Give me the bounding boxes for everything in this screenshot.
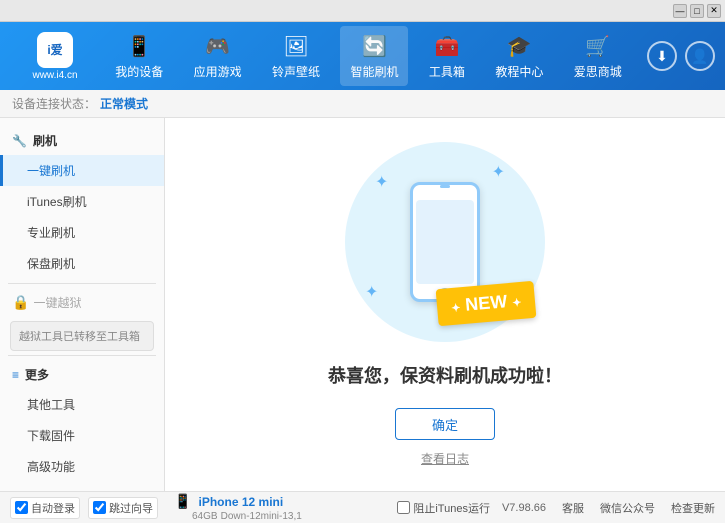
nav-tutorials[interactable]: 🎓 教程中心 [485, 26, 553, 86]
nav-wallpaper[interactable]: 🖼 铃声壁纸 [262, 26, 330, 86]
sidebar-item-pro-flash[interactable]: 专业刷机 [0, 217, 164, 248]
header-right: ⬇ 👤 [647, 41, 715, 71]
wallpaper-icon: 🖼 [282, 32, 310, 60]
phone-circle: ✦ ✦ ✦ ✦ NEW ✦ [345, 142, 545, 342]
auto-connect-input[interactable] [15, 501, 28, 514]
sidebar-item-download-firmware[interactable]: 下载固件 [0, 420, 164, 451]
sidebar-section-more: ≡ 更多 [0, 360, 164, 389]
nav-smart-flash[interactable]: 🔄 智能刷机 [340, 26, 408, 86]
sparkle-2: ✦ [492, 162, 505, 182]
status-label: 设备连接状态： [12, 95, 96, 112]
customer-service-link[interactable]: 客服 [562, 500, 584, 516]
sidebar-section-jailbreak: 🔒 一键越狱 [0, 288, 164, 317]
device-name: iPhone 12 mini [199, 495, 284, 509]
header: i爱 www.i4.cn 📱 我的设备 🎮 应用游戏 🖼 铃声壁纸 🔄 智能刷机… [0, 22, 725, 90]
new-badge: ✦ NEW ✦ [435, 281, 536, 326]
nav-bar: 📱 我的设备 🎮 应用游戏 🖼 铃声壁纸 🔄 智能刷机 🧰 工具箱 🎓 教程中心… [100, 26, 637, 86]
sidebar-item-save-flash[interactable]: 保盘刷机 [0, 248, 164, 279]
bottom-left: 自动登录 跳过向导 📱 iPhone 12 mini 64GB Down-12m… [10, 493, 397, 522]
sidebar: 🔧 刷机 一键刷机 iTunes刷机 专业刷机 保盘刷机 🔒 一键越狱 越狱工具… [0, 118, 165, 491]
auto-connect-checkbox[interactable]: 自动登录 [10, 497, 80, 519]
main-layout: 🔧 刷机 一键刷机 iTunes刷机 专业刷机 保盘刷机 🔒 一键越狱 越狱工具… [0, 118, 725, 491]
device-storage: 64GB [192, 511, 218, 522]
skip-wizard-checkbox[interactable]: 跳过向导 [88, 497, 158, 519]
bottom-right: V7.98.66 客服 微信公众号 检查更新 [502, 500, 715, 516]
device-icon: 📱 [174, 493, 191, 509]
content-area: ✦ ✦ ✦ ✦ NEW ✦ 恭喜您，保资料刷机成功啦！ 确定 查看日志 [165, 118, 725, 491]
logo-area: i爱 www.i4.cn [10, 32, 100, 81]
nav-my-device[interactable]: 📱 我的设备 [105, 26, 173, 86]
jailbreak-note: 越狱工具已转移至工具箱 [10, 321, 154, 351]
title-bar: — □ ✕ [0, 0, 725, 22]
store-icon: 🛒 [584, 32, 612, 60]
more-section-icon: ≡ [12, 368, 19, 382]
nav-store[interactable]: 🛒 爱思商城 [564, 26, 632, 86]
close-btn[interactable]: ✕ [707, 4, 721, 18]
wechat-link[interactable]: 微信公众号 [600, 500, 655, 516]
toolbox-icon: 🧰 [433, 32, 461, 60]
nav-apps[interactable]: 🎮 应用游戏 [184, 26, 252, 86]
user-btn[interactable]: 👤 [685, 41, 715, 71]
my-device-icon: 📱 [125, 32, 153, 60]
no-show-link[interactable]: 查看日志 [421, 450, 469, 467]
sparkle-1: ✦ [375, 172, 388, 192]
apps-icon: 🎮 [204, 32, 232, 60]
skip-wizard-input[interactable] [93, 501, 106, 514]
phone-body [410, 182, 480, 302]
bottom-bar: 自动登录 跳过向导 📱 iPhone 12 mini 64GB Down-12m… [0, 491, 725, 523]
sidebar-item-itunes-flash[interactable]: iTunes刷机 [0, 186, 164, 217]
check-update-link[interactable]: 检查更新 [671, 500, 715, 516]
sidebar-item-one-key-flash[interactable]: 一键刷机 [0, 155, 164, 186]
flash-section-icon: 🔧 [12, 134, 27, 148]
logo-icon: i爱 [37, 32, 73, 68]
minimize-btn[interactable]: — [673, 4, 687, 18]
device-info: 📱 iPhone 12 mini 64GB Down-12mini-13,1 [174, 493, 302, 522]
phone-illustration: ✦ ✦ ✦ ✦ NEW ✦ [345, 142, 545, 342]
smart-flash-icon: 🔄 [360, 32, 388, 60]
prevent-itunes-checkbox[interactable] [397, 501, 410, 514]
download-btn[interactable]: ⬇ [647, 41, 677, 71]
confirm-button[interactable]: 确定 [395, 408, 495, 440]
sidebar-section-flash: 🔧 刷机 [0, 126, 164, 155]
maximize-btn[interactable]: □ [690, 4, 704, 18]
logo-text: www.i4.cn [32, 70, 77, 81]
status-bar: 设备连接状态： 正常模式 [0, 90, 725, 118]
sidebar-divider-1 [8, 283, 156, 284]
nav-toolbox[interactable]: 🧰 工具箱 [419, 26, 475, 86]
device-firmware-val: Down-12mini-13,1 [221, 511, 302, 522]
phone-screen [416, 200, 474, 284]
success-message: 恭喜您，保资料刷机成功啦！ [328, 362, 562, 388]
tutorials-icon: 🎓 [505, 32, 533, 60]
sidebar-item-other-tools[interactable]: 其他工具 [0, 389, 164, 420]
prevent-itunes[interactable]: 阻止iTunes运行 [397, 500, 490, 516]
sidebar-divider-2 [8, 355, 156, 356]
status-value: 正常模式 [100, 95, 148, 112]
version-label: V7.98.66 [502, 502, 546, 514]
sparkle-3: ✦ [365, 282, 378, 302]
sidebar-item-advanced[interactable]: 高级功能 [0, 451, 164, 482]
